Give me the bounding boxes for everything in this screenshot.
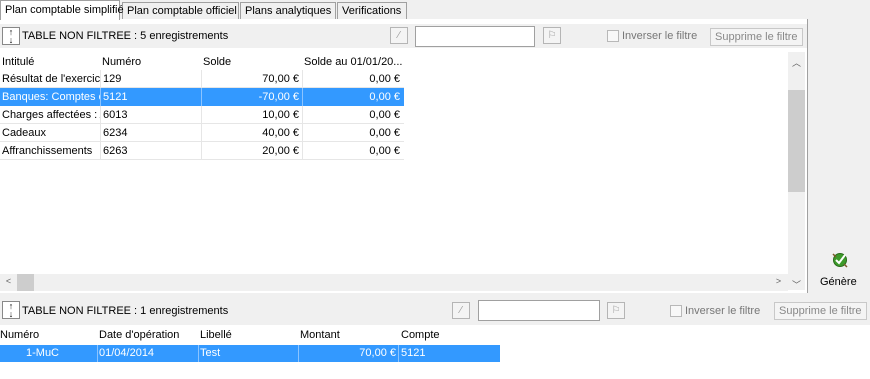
cell-solde-ouverture: 0,00 € — [369, 127, 400, 139]
col-numero[interactable]: Numéro — [0, 329, 39, 341]
cell-numero: 1-MuC — [26, 347, 60, 359]
cell-date-operation: 01/04/2014 — [99, 347, 155, 359]
accounts-grid: Intitulé Numéro Solde Solde au 01/01/20.… — [0, 52, 788, 274]
cell-intitule: Banques: Comptes en banque — [2, 91, 100, 103]
column-divider — [100, 88, 101, 106]
generate-icon[interactable] — [831, 251, 849, 268]
tab-strip: Plan comptable simplifié Plan comptable … — [0, 0, 810, 20]
cell-solde: 40,00 € — [262, 127, 299, 139]
col-solde[interactable]: Solde — [203, 56, 231, 68]
actions-panel: Génère — [810, 0, 870, 295]
col-intitule[interactable]: Intitulé — [2, 56, 34, 68]
cell-intitule: Cadeaux — [2, 127, 47, 139]
cell-solde: -70,00 € — [258, 91, 299, 103]
tab-plans-analytiques[interactable]: Plans analytiques — [240, 2, 336, 19]
table-row[interactable]: Banques: Comptes en banque 5121 -70,00 €… — [0, 88, 404, 106]
operations-panel: ↑ ↓ TABLE NON FILTREE : 1 enregistrements… — [0, 297, 870, 379]
cell-solde-ouverture: 0,00 € — [369, 73, 400, 85]
table-row[interactable]: Cadeaux 6234 40,00 € 0,00 € — [0, 124, 404, 142]
cell-solde: 70,00 € — [262, 73, 299, 85]
accounts-filter-input[interactable] — [415, 26, 535, 47]
col-montant[interactable]: Montant — [300, 329, 340, 341]
column-divider — [198, 345, 199, 362]
cell-libelle: Test — [200, 347, 221, 359]
sort-toggle-icon[interactable]: ↑ ↓ — [2, 27, 20, 45]
col-numero[interactable]: Numéro — [102, 56, 141, 68]
operations-filter-status: TABLE NON FILTREE : 1 enregistrements — [22, 305, 229, 317]
accounts-horizontal-scrollbar[interactable]: < > — [0, 274, 788, 291]
cell-numero: 5121 — [103, 91, 128, 103]
cell-solde: 20,00 € — [262, 145, 299, 157]
horizontal-scroll-thumb[interactable] — [17, 274, 34, 291]
col-libelle[interactable]: Libellé — [200, 329, 232, 341]
filter-prev-button[interactable]: ⁄ — [452, 302, 470, 319]
cell-solde-ouverture: 0,00 € — [369, 109, 400, 121]
invert-filter-checkbox[interactable] — [607, 30, 619, 42]
col-compte[interactable]: Compte — [401, 329, 440, 341]
tab-label: Plan comptable simplifié — [5, 4, 124, 16]
cell-solde: 10,00 € — [262, 109, 299, 121]
col-date-operation[interactable]: Date d'opération — [99, 329, 179, 341]
operations-grid: Numéro Date d'opération Libellé Montant … — [0, 325, 870, 379]
invert-filter-checkbox[interactable] — [670, 305, 682, 317]
cell-numero: 6013 — [103, 109, 128, 121]
accounts-toolbar: ↑ ↓ TABLE NON FILTREE : 5 enregistrements… — [0, 24, 807, 48]
scroll-up-icon[interactable]: ︿ — [788, 56, 805, 69]
accounts-vertical-scrollbar[interactable]: ︿ ﹀ — [788, 52, 805, 290]
cell-solde-ouverture: 0,00 € — [369, 91, 400, 103]
scroll-right-icon[interactable]: > — [770, 276, 787, 286]
invert-filter-label: Inverser le filtre — [622, 30, 698, 42]
table-row[interactable]: Charges affectées : Achats 6013 10,00 € … — [0, 106, 404, 124]
generate-button-label[interactable]: Génère — [820, 276, 857, 288]
remove-filter-button[interactable]: Supprime le filtre — [774, 302, 867, 320]
tab-plan-comptable-officiel[interactable]: Plan comptable officiel — [122, 2, 239, 19]
operations-filter-input[interactable] — [478, 300, 600, 321]
table-row[interactable]: Affranchissements 6263 20,00 € 0,00 € — [0, 142, 404, 160]
column-divider — [100, 142, 101, 160]
scroll-down-icon[interactable]: ﹀ — [788, 278, 805, 291]
invert-filter-label: Inverser le filtre — [685, 305, 761, 317]
accounts-panel: ↑ ↓ TABLE NON FILTREE : 5 enregistrements… — [0, 19, 808, 293]
cell-compte: 5121 — [401, 347, 426, 359]
sort-toggle-icon[interactable]: ↑ ↓ — [2, 301, 20, 319]
filter-next-button[interactable]: ⚐ — [607, 302, 625, 319]
tab-verifications[interactable]: Verifications — [337, 2, 407, 19]
filter-next-button[interactable]: ⚐ — [543, 27, 561, 44]
accounts-filter-status: TABLE NON FILTREE : 5 enregistrements — [22, 30, 229, 42]
cell-montant: 70,00 € — [359, 347, 396, 359]
column-divider — [298, 345, 299, 362]
cell-intitule: Résultat de l'exercice — [2, 73, 100, 85]
cell-numero: 6234 — [103, 127, 128, 139]
table-row[interactable]: 1-MuC 01/04/2014 Test 70,00 € 5121 — [0, 345, 500, 362]
col-solde-ouverture[interactable]: Solde au 01/01/20... — [304, 56, 402, 68]
column-divider — [100, 124, 101, 142]
operations-grid-header: Numéro Date d'opération Libellé Montant … — [0, 325, 870, 343]
cell-intitule: Charges affectées : Achats — [2, 109, 100, 121]
cell-intitule: Affranchissements — [2, 145, 93, 157]
tab-label: Plans analytiques — [245, 5, 332, 17]
table-row[interactable]: Résultat de l'exercice 129 70,00 € 0,00 … — [0, 70, 404, 88]
cell-solde-ouverture: 0,00 € — [369, 145, 400, 157]
cell-numero: 129 — [103, 73, 122, 85]
operations-toolbar: ↑ ↓ TABLE NON FILTREE : 1 enregistrements… — [0, 297, 870, 325]
filter-prev-button[interactable]: ⁄ — [390, 27, 408, 44]
column-divider — [97, 345, 98, 362]
tab-label: Verifications — [342, 5, 402, 17]
column-divider — [100, 70, 101, 88]
tab-label: Plan comptable officiel — [127, 5, 237, 17]
cell-numero: 6263 — [103, 145, 128, 157]
scroll-left-icon[interactable]: < — [0, 276, 17, 286]
column-divider — [100, 106, 101, 124]
accounts-grid-header: Intitulé Numéro Solde Solde au 01/01/20.… — [0, 52, 788, 70]
vertical-scroll-thumb[interactable] — [788, 90, 805, 192]
tab-plan-comptable-simplifie[interactable]: Plan comptable simplifié — [0, 0, 124, 20]
remove-filter-button[interactable]: Supprime le filtre — [710, 28, 803, 46]
column-divider — [398, 345, 399, 362]
